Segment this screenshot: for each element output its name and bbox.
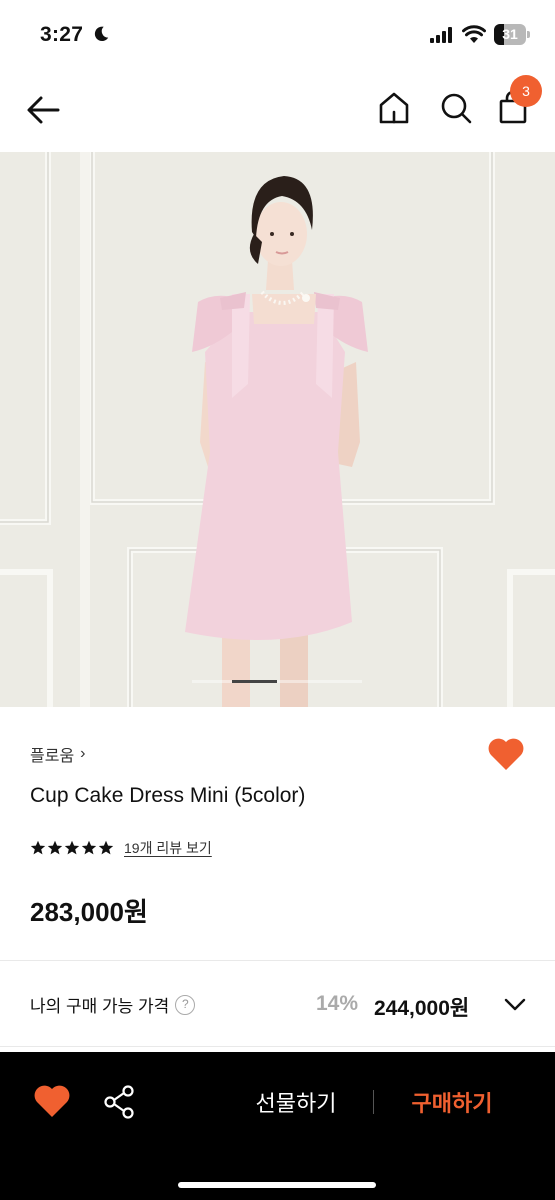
battery-tip bbox=[527, 31, 530, 38]
star-icon bbox=[64, 840, 80, 855]
brand-name: 플로움 bbox=[30, 748, 75, 765]
button-separator bbox=[373, 1090, 374, 1114]
cellular-signal-icon bbox=[430, 27, 452, 43]
divider bbox=[0, 1046, 555, 1047]
search-button[interactable] bbox=[436, 88, 476, 128]
brand-link[interactable]: 플로움 › bbox=[30, 742, 86, 766]
bottom-wishlist-button[interactable] bbox=[32, 1082, 72, 1122]
star-icon bbox=[30, 840, 46, 855]
star-icon bbox=[47, 840, 63, 855]
heart-icon bbox=[34, 1085, 70, 1117]
top-navigation: 3 bbox=[0, 70, 555, 150]
star-icon bbox=[98, 840, 114, 855]
rating-stars bbox=[30, 840, 114, 856]
expand-price-button[interactable] bbox=[500, 990, 530, 1020]
review-link[interactable]: 19개 리뷰 보기 bbox=[124, 838, 212, 858]
battery-level: 31 bbox=[502, 26, 518, 42]
discount-rate: 14% bbox=[316, 992, 359, 1015]
discount-price: 244,000원 bbox=[374, 997, 470, 1020]
divider bbox=[0, 960, 555, 961]
buy-button[interactable]: 구매하기 bbox=[392, 1082, 512, 1122]
share-icon bbox=[104, 1085, 134, 1119]
share-button[interactable] bbox=[100, 1082, 140, 1122]
back-arrow-icon bbox=[27, 96, 60, 124]
star-icon bbox=[81, 840, 97, 855]
search-icon bbox=[441, 93, 472, 124]
home-icon bbox=[379, 92, 409, 124]
cart-count-badge: 3 bbox=[510, 75, 542, 107]
product-image[interactable] bbox=[0, 152, 555, 707]
battery-indicator: 31 bbox=[494, 24, 530, 45]
gift-button[interactable]: 선물하기 bbox=[236, 1082, 356, 1122]
carousel-indicator bbox=[192, 680, 362, 683]
wifi-icon bbox=[462, 25, 486, 43]
chevron-down-icon bbox=[504, 998, 526, 1011]
wishlist-button[interactable] bbox=[486, 736, 526, 772]
chevron-right-icon: › bbox=[80, 745, 86, 762]
rating-row: 19개 리뷰 보기 bbox=[30, 838, 212, 858]
heart-icon bbox=[488, 738, 524, 770]
help-icon[interactable]: ? bbox=[175, 994, 196, 1015]
carousel-active-dot bbox=[232, 680, 277, 683]
bottom-action-bar: 선물하기 구매하기 bbox=[0, 1052, 555, 1200]
home-indicator[interactable] bbox=[178, 1182, 376, 1188]
my-price-row[interactable]: 나의 구매 가능 가격 ? 14% 244,000원 bbox=[0, 962, 555, 1046]
my-price-label: 나의 구매 가능 가격 bbox=[30, 997, 170, 1016]
moon-icon bbox=[94, 26, 109, 42]
product-photo bbox=[0, 152, 555, 707]
product-title: Cup Cake Dress Mini (5color) bbox=[30, 784, 306, 807]
back-button[interactable] bbox=[22, 90, 66, 130]
battery-body: 31 bbox=[494, 24, 526, 45]
status-bar: 3:27 31 bbox=[0, 0, 555, 70]
status-time: 3:27 bbox=[40, 23, 84, 46]
my-price-label-group: 나의 구매 가능 가격 ? bbox=[30, 992, 196, 1017]
home-button[interactable] bbox=[374, 88, 414, 128]
product-price: 283,000원 bbox=[30, 897, 148, 927]
